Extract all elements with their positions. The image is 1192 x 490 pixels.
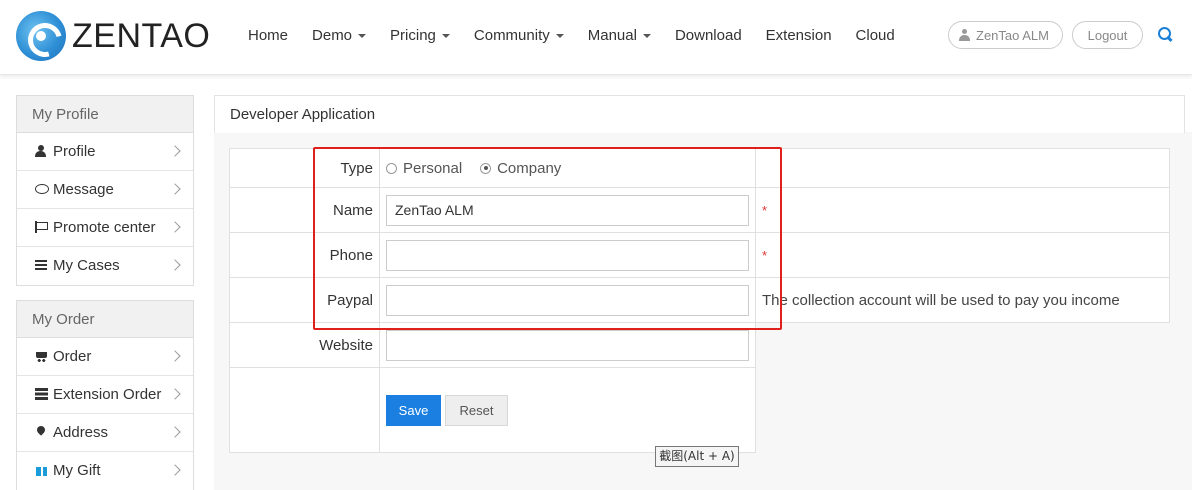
- radio-personal[interactable]: Personal: [386, 160, 462, 177]
- sidebar-item-message[interactable]: Message: [17, 171, 193, 209]
- sidebar-item-extension-order[interactable]: Extension Order: [17, 376, 193, 414]
- nav-demo[interactable]: Demo: [300, 27, 378, 44]
- chevron-right-icon: [169, 464, 181, 476]
- flag-icon: [35, 221, 49, 233]
- empty-cell: [755, 322, 1170, 368]
- nav-home[interactable]: Home: [236, 27, 300, 44]
- paypal-label: Paypal: [229, 277, 380, 323]
- paypal-field: [379, 277, 756, 323]
- phone-label: Phone: [229, 232, 380, 278]
- required-mark: *: [762, 247, 768, 263]
- website-field: [379, 322, 756, 368]
- list-icon: [35, 259, 49, 271]
- sidebar-profile-title: My Profile: [17, 96, 193, 133]
- sidebar-item-profile[interactable]: Profile: [17, 133, 193, 171]
- chevron-right-icon: [169, 183, 181, 195]
- radio-company[interactable]: Company: [480, 160, 561, 177]
- nav-manual[interactable]: Manual: [576, 27, 663, 44]
- form-row-type: Type Personal Company: [229, 148, 1170, 188]
- website-label: Website: [229, 322, 380, 368]
- sidebar-item-promote-center[interactable]: Promote center: [17, 209, 193, 247]
- nav-pricing[interactable]: Pricing: [378, 27, 462, 44]
- logout-button[interactable]: Logout: [1072, 21, 1143, 49]
- name-hint: *: [755, 187, 1170, 233]
- user-icon: [959, 29, 970, 41]
- chevron-right-icon: [169, 145, 181, 157]
- screenshot-tooltip: 截图(Alt + A): [655, 446, 739, 467]
- chevron-right-icon: [169, 388, 181, 400]
- chevron-right-icon: [169, 259, 181, 271]
- main-nav: Home Demo Pricing Community Manual Downl…: [236, 20, 907, 50]
- form-row-website: Website: [229, 322, 1170, 368]
- caret-down-icon: [358, 33, 367, 38]
- user-account-button[interactable]: ZenTao ALM: [948, 21, 1063, 49]
- required-mark: *: [762, 202, 768, 218]
- name-label: Name: [229, 187, 380, 233]
- developer-application-form: Type Personal Company Name ZenTao ALM * …: [229, 148, 1170, 453]
- zentao-logo-icon: [16, 11, 66, 61]
- caret-down-icon: [642, 33, 651, 38]
- page-title: Developer Application: [214, 95, 1185, 133]
- message-icon: [35, 183, 49, 195]
- radio-icon: [386, 162, 397, 174]
- form-row-name: Name ZenTao ALM *: [229, 187, 1170, 233]
- brand-name: ZENTAO: [72, 16, 211, 55]
- radio-checked-icon: [480, 162, 492, 174]
- save-button[interactable]: Save: [386, 394, 441, 426]
- type-hint: [755, 148, 1170, 188]
- cart-icon: [35, 350, 49, 362]
- nav-extension[interactable]: Extension: [754, 27, 844, 44]
- paypal-hint: The collection account will be used to p…: [755, 277, 1170, 323]
- nav-download[interactable]: Download: [663, 27, 754, 44]
- sidebar-order-panel: My Order Order Extension Order Address M…: [16, 300, 194, 490]
- logo[interactable]: ZENTAO: [16, 10, 210, 62]
- search-icon[interactable]: [1158, 27, 1172, 41]
- user-icon: [35, 145, 49, 157]
- phone-field: [379, 232, 756, 278]
- sidebar-item-order[interactable]: Order: [17, 338, 193, 376]
- gift-icon: [35, 464, 49, 476]
- chevron-right-icon: [169, 350, 181, 362]
- user-name: ZenTao ALM: [976, 27, 1049, 43]
- caret-down-icon: [555, 33, 564, 38]
- form-row-phone: Phone *: [229, 232, 1170, 278]
- map-marker-icon: [35, 426, 49, 438]
- nav-cloud[interactable]: Cloud: [844, 27, 907, 44]
- paypal-input[interactable]: [386, 284, 749, 316]
- chevron-right-icon: [169, 426, 181, 438]
- website-input[interactable]: [386, 329, 749, 361]
- reset-button[interactable]: Reset: [445, 394, 508, 426]
- sidebar-item-my-cases[interactable]: My Cases: [17, 247, 193, 285]
- type-field: Personal Company: [379, 148, 756, 188]
- name-field: ZenTao ALM: [379, 187, 756, 233]
- name-input[interactable]: ZenTao ALM: [386, 194, 749, 226]
- phone-input[interactable]: [386, 239, 749, 271]
- top-header: ZENTAO Home Demo Pricing Community Manua…: [0, 0, 1192, 75]
- chevron-right-icon: [169, 221, 181, 233]
- sidebar-item-address[interactable]: Address: [17, 414, 193, 452]
- nav-community[interactable]: Community: [462, 27, 576, 44]
- empty-cell: [755, 367, 1170, 453]
- actions-label: [229, 367, 380, 453]
- type-label: Type: [229, 148, 380, 188]
- table-icon: [35, 388, 49, 400]
- phone-hint: *: [755, 232, 1170, 278]
- sidebar-item-my-gift[interactable]: My Gift: [17, 452, 193, 490]
- form-row-paypal: Paypal The collection account will be us…: [229, 277, 1170, 323]
- caret-down-icon: [441, 33, 450, 38]
- sidebar-profile-panel: My Profile Profile Message Promote cente…: [16, 95, 194, 286]
- actions-field: Save Reset: [379, 367, 756, 453]
- form-row-actions: Save Reset: [229, 367, 1170, 453]
- sidebar-order-title: My Order: [17, 301, 193, 338]
